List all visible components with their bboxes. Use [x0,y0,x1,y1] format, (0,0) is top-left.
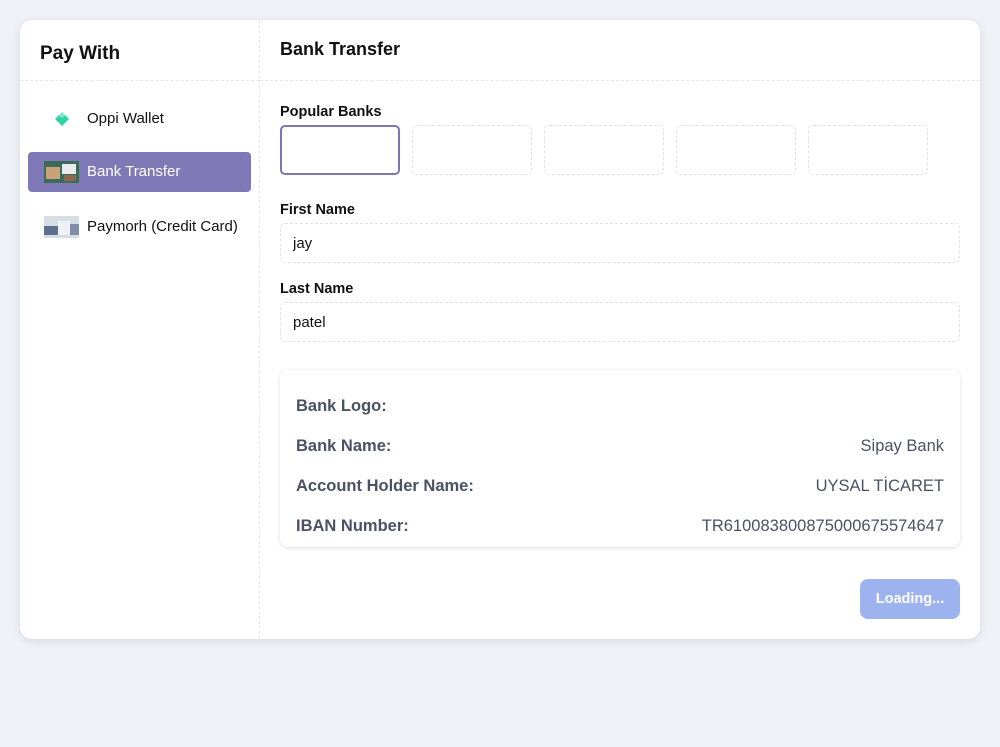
bank-option[interactable] [544,125,664,175]
sidebar-title: Pay With [40,43,121,64]
method-label: Bank Transfer [87,163,181,180]
account-holder-label: Account Holder Name: [296,476,474,495]
submit-button[interactable]: Loading... [860,579,960,619]
bank-logo-label: Bank Logo: [296,396,387,415]
first-name-input[interactable] [280,223,960,263]
bank-name-label: Bank Name: [296,436,392,455]
panel-title: Bank Transfer [280,39,401,59]
popular-banks-list [280,125,960,175]
account-holder-value: UYSAL TİCARET [815,476,944,495]
bank-name-row: Bank Name: Sipay Bank [296,426,944,466]
bank-transfer-thumbnail [44,161,79,183]
first-name-label: First Name [280,202,355,218]
sidebar-header: Pay With [20,20,259,81]
last-name-input[interactable] [280,302,960,342]
bank-transfer-panel: Bank Transfer Popular Banks First Name L… [260,20,980,639]
bank-details-box: Bank Logo: Bank Name: Sipay Bank Account… [280,370,960,547]
method-paymorh-credit-card[interactable]: Paymorh (Credit Card) [28,205,251,249]
iban-label: IBAN Number: [296,516,409,535]
method-bank-transfer[interactable]: Bank Transfer [28,152,251,192]
panel-content: Popular Banks First Name Last Name Bank … [260,81,980,547]
bank-option[interactable] [280,125,400,175]
wallet-icon [44,108,79,130]
iban-row: IBAN Number: TR610083800875000675574647 [296,506,944,546]
payment-method-list: Oppi Wallet Bank Transfer Paymorh (Credi… [20,81,259,249]
bank-name-value: Sipay Bank [860,436,944,455]
popular-banks-label: Popular Banks [280,104,382,120]
method-label: Paymorh (Credit Card) [87,218,238,235]
bank-option[interactable] [808,125,928,175]
bank-logo-row: Bank Logo: [296,386,944,426]
credit-card-thumbnail [44,216,79,238]
account-holder-row: Account Holder Name: UYSAL TİCARET [296,466,944,506]
iban-value: TR610083800875000675574647 [701,516,944,535]
panel-header: Bank Transfer [260,20,980,81]
bank-option[interactable] [676,125,796,175]
payment-card: Pay With Oppi Wallet Bank Transfer Paymo… [20,20,980,639]
method-label: Oppi Wallet [87,110,164,127]
bank-option[interactable] [412,125,532,175]
payment-method-sidebar: Pay With Oppi Wallet Bank Transfer Paymo… [20,20,260,639]
method-oppi-wallet[interactable]: Oppi Wallet [28,99,251,139]
last-name-label: Last Name [280,281,354,297]
